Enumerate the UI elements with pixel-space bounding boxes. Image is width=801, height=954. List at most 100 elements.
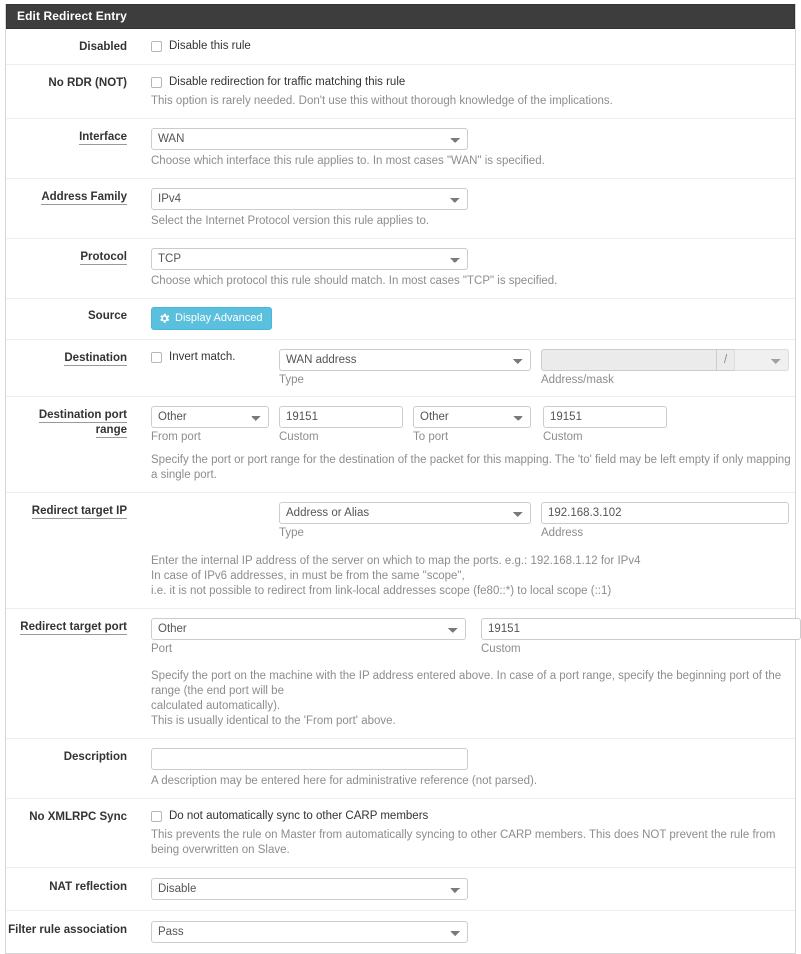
interface-select[interactable]: WAN bbox=[151, 128, 468, 150]
disable-rule-checkbox[interactable] bbox=[151, 41, 162, 52]
control-nat-reflection: Disable bbox=[137, 878, 795, 900]
destination-port-range-help-text: Specify the port or port range for the d… bbox=[151, 454, 791, 481]
label-description: Description bbox=[63, 751, 127, 763]
no-xmlrpc-sync-checkbox-line[interactable]: Do not automatically sync to other CARP … bbox=[151, 808, 795, 824]
label-disabled: Disabled bbox=[79, 41, 127, 53]
form-row-protocol: Protocol TCP Choose which protocol this … bbox=[6, 239, 795, 299]
redirect-target-ip-address-input[interactable] bbox=[541, 502, 789, 524]
control-filter-rule-association: Pass bbox=[137, 921, 795, 943]
to-port-sublabel: To port bbox=[413, 431, 449, 443]
label-address-family: Address Family bbox=[41, 191, 127, 205]
label-filter-rule-association: Filter rule association bbox=[8, 924, 127, 936]
form-body: Disabled Disable this rule No RDR (NOT) bbox=[6, 29, 801, 953]
redirect-target-ip-type-sublabel: Type bbox=[279, 527, 304, 539]
form-row-disabled: Disabled Disable this rule bbox=[6, 29, 795, 65]
invert-match-checkbox-line[interactable]: Invert match. bbox=[151, 349, 279, 365]
control-destination: Invert match. WAN address Type / Address… bbox=[137, 349, 797, 387]
description-input[interactable] bbox=[151, 748, 468, 770]
filter-rule-association-select[interactable]: Pass bbox=[151, 921, 468, 943]
address-family-help-text: Select the Internet Protocol version thi… bbox=[151, 215, 430, 227]
redirect-target-port-select[interactable]: Other bbox=[151, 618, 466, 640]
form-row-interface: Interface WAN Choose which interface thi… bbox=[6, 119, 795, 179]
from-port-select[interactable]: Other bbox=[151, 406, 269, 428]
display-advanced-button[interactable]: Display Advanced bbox=[151, 307, 273, 330]
redirect-target-port-sublabel: Port bbox=[151, 643, 173, 655]
redirect-target-ip-type-select[interactable]: Address or Alias bbox=[279, 502, 531, 524]
control-address-family: IPv4 Select the Internet Protocol versio… bbox=[137, 188, 795, 229]
destination-mask-select[interactable] bbox=[734, 349, 790, 371]
redirect-target-ip-address-sublabel: Address bbox=[541, 527, 584, 539]
redirect-target-port-custom-input[interactable] bbox=[481, 618, 801, 640]
edit-redirect-entry-panel: Edit Redirect Entry Disabled Disable thi… bbox=[5, 4, 801, 954]
nat-reflection-select[interactable]: Disable bbox=[151, 878, 468, 900]
protocol-select[interactable]: TCP bbox=[151, 248, 468, 270]
destination-address-wrap: / Address/mask bbox=[541, 349, 797, 387]
no-rdr-checkbox[interactable] bbox=[151, 77, 162, 88]
no-rdr-checkbox-label: Disable redirection for traffic matching… bbox=[169, 76, 406, 88]
from-port-wrap: Other From port bbox=[151, 406, 279, 444]
display-advanced-button-label: Display Advanced bbox=[175, 312, 263, 324]
form-row-address-family: Address Family IPv4 Select the Internet … bbox=[6, 179, 795, 239]
redirect-target-port-custom-sublabel: Custom bbox=[481, 643, 521, 655]
nat-rule-edit-page: Edit Redirect Entry Disabled Disable thi… bbox=[0, 0, 801, 954]
address-family-select[interactable]: IPv4 bbox=[151, 188, 468, 210]
description-help-text: A description may be entered here for ad… bbox=[151, 775, 538, 787]
control-protocol: TCP Choose which protocol this rule shou… bbox=[137, 248, 795, 289]
redirect-target-port-help-line1: Specify the port on the machine with the… bbox=[151, 670, 782, 697]
destination-address-sublabel: Address/mask bbox=[541, 374, 614, 386]
control-destination-port-range: Other From port Custom Other T bbox=[137, 406, 795, 483]
from-port-custom-input[interactable] bbox=[279, 406, 403, 428]
disable-rule-checkbox-label: Disable this rule bbox=[169, 40, 251, 52]
form-row-no-xmlrpc-sync: No XMLRPC Sync Do not automatically sync… bbox=[6, 799, 795, 868]
control-source: Display Advanced bbox=[137, 307, 795, 330]
interface-help-text: Choose which interface this rule applies… bbox=[151, 155, 545, 167]
label-destination: Destination bbox=[64, 352, 127, 366]
protocol-help-text: Choose which protocol this rule should m… bbox=[151, 275, 558, 287]
redirect-target-ip-type-wrap: Address or Alias Type bbox=[279, 502, 541, 540]
control-no-xmlrpc-sync: Do not automatically sync to other CARP … bbox=[137, 808, 795, 858]
label-interface: Interface bbox=[79, 131, 127, 145]
to-port-custom-input[interactable] bbox=[543, 406, 667, 428]
form-row-no-rdr: No RDR (NOT) Disable redirection for tra… bbox=[6, 65, 795, 119]
no-xmlrpc-sync-checkbox[interactable] bbox=[151, 811, 162, 822]
gear-icon bbox=[159, 313, 170, 324]
from-custom-wrap: Custom bbox=[279, 406, 413, 444]
invert-match-checkbox[interactable] bbox=[151, 352, 162, 363]
panel-title: Edit Redirect Entry bbox=[6, 4, 795, 29]
form-row-destination-port-range: Destination port range Other From port C… bbox=[6, 397, 795, 493]
control-no-rdr: Disable redirection for traffic matching… bbox=[137, 74, 795, 109]
destination-address-input[interactable] bbox=[541, 349, 717, 371]
label-redirect-target-port: Redirect target port bbox=[20, 621, 127, 635]
destination-invert-wrap: Invert match. bbox=[151, 349, 279, 365]
form-row-nat-reflection: NAT reflection Disable bbox=[6, 868, 795, 911]
control-redirect-target-port: Other Port Custom Specify the port on th… bbox=[137, 618, 801, 729]
control-disabled: Disable this rule bbox=[137, 38, 795, 55]
no-xmlrpc-sync-help-text: This prevents the rule on Master from au… bbox=[151, 829, 776, 856]
disable-rule-checkbox-line[interactable]: Disable this rule bbox=[151, 38, 795, 54]
label-source: Source bbox=[88, 310, 127, 322]
to-custom-sublabel: Custom bbox=[543, 431, 583, 443]
label-nat-reflection: NAT reflection bbox=[49, 881, 127, 893]
form-row-description: Description A description may be entered… bbox=[6, 739, 795, 799]
destination-type-select[interactable]: WAN address bbox=[279, 349, 531, 371]
to-port-select[interactable]: Other bbox=[413, 406, 531, 428]
destination-type-sublabel: Type bbox=[279, 374, 304, 386]
redirect-target-port-custom-wrap: Custom bbox=[481, 618, 801, 656]
form-row-redirect-target-port: Redirect target port Other Port Custom bbox=[6, 609, 801, 739]
label-destination-port-range: Destination port range bbox=[38, 409, 127, 438]
redirect-target-ip-help-line1: Enter the internal IP address of the ser… bbox=[151, 555, 641, 567]
address-mask-separator: / bbox=[717, 349, 735, 371]
destination-type-wrap: WAN address Type bbox=[279, 349, 541, 387]
no-rdr-help-text: This option is rarely needed. Don't use … bbox=[151, 95, 613, 107]
no-rdr-checkbox-line[interactable]: Disable redirection for traffic matching… bbox=[151, 74, 795, 90]
label-no-xmlrpc-sync: No XMLRPC Sync bbox=[29, 811, 127, 823]
redirect-target-ip-help-line3: i.e. it is not possible to redirect from… bbox=[151, 585, 612, 597]
form-row-redirect-target-ip: Redirect target IP Address or Alias Type… bbox=[6, 493, 795, 609]
label-no-rdr: No RDR (NOT) bbox=[48, 77, 127, 89]
control-description: A description may be entered here for ad… bbox=[137, 748, 795, 789]
label-protocol: Protocol bbox=[80, 251, 127, 265]
redirect-target-ip-address-wrap: Address bbox=[541, 502, 797, 540]
no-xmlrpc-sync-checkbox-label: Do not automatically sync to other CARP … bbox=[169, 810, 429, 822]
label-redirect-target-ip: Redirect target IP bbox=[31, 505, 127, 519]
to-custom-wrap: Custom bbox=[543, 406, 677, 444]
